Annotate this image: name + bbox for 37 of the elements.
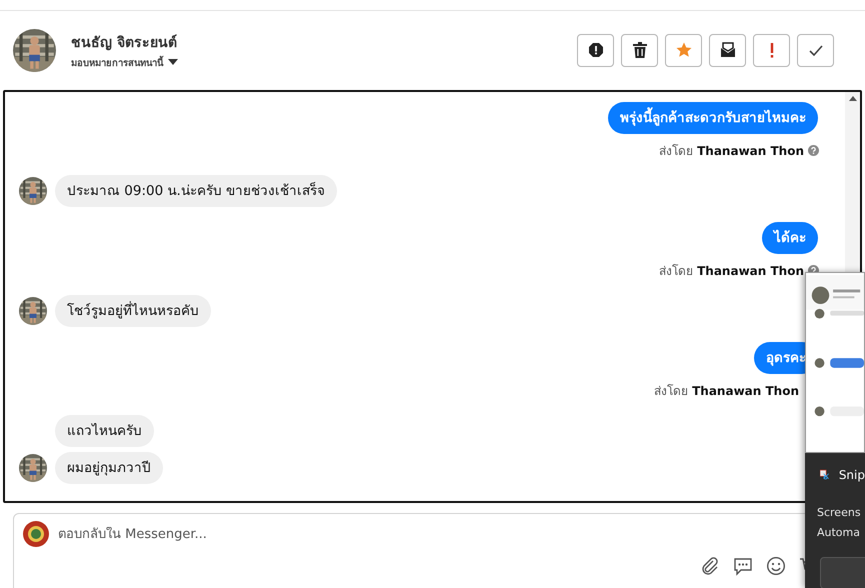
spam-button[interactable]	[577, 34, 614, 66]
contact-name: ชนธัญ จิตระยนต์	[71, 34, 178, 52]
emblem-icon	[23, 521, 49, 547]
alert-octagon-icon	[588, 42, 604, 58]
star-button[interactable]	[665, 34, 702, 66]
message-bubble: แถวไหนครับ	[55, 415, 154, 447]
sent-by-label: ส่งโดย	[659, 143, 694, 160]
trash-icon	[632, 42, 646, 58]
message-bubble: ผมอยู่กุมภวาปี	[55, 452, 163, 484]
mail-button[interactable]	[709, 34, 746, 66]
sender-name: Thanawan Thon	[697, 264, 804, 278]
message-bubble: พรุ่งนี้ลูกค้าสะดวกรับสายไหมคะ	[608, 102, 818, 134]
sent-by-label: ส่งโดย	[659, 263, 694, 280]
app-name: Snip	[838, 468, 865, 482]
help-icon[interactable]	[808, 145, 819, 156]
message-bubble: ประมาณ 09:00 น.น่ะครับ ขายช่วงเช้าเสร็จ	[55, 175, 338, 207]
message-bubble: ได้คะ	[762, 222, 818, 254]
snip-toast[interactable]: Snip Screens Automa	[805, 272, 865, 588]
notification-text: Automa	[817, 525, 860, 541]
star-icon	[676, 42, 692, 58]
sender-name: Thanawan Thon	[692, 384, 799, 398]
checkmark-icon	[808, 44, 822, 56]
message-bubble: โชว์รูมอยู่ที่ไหนหรอคับ	[55, 295, 211, 327]
scroll-up-icon[interactable]	[848, 96, 856, 101]
caret-icon[interactable]	[168, 59, 178, 65]
chat-bubble-icon[interactable]	[733, 556, 753, 576]
important-button[interactable]	[753, 34, 790, 66]
done-button[interactable]	[797, 34, 834, 66]
envelope-icon	[720, 42, 736, 58]
sender-name: Thanawan Thon	[697, 144, 804, 158]
smiley-icon[interactable]	[766, 556, 786, 576]
delete-button[interactable]	[621, 34, 658, 66]
assign-link[interactable]: มอบหมายการสนทนานี้	[71, 54, 163, 70]
notification-text: Screens	[817, 505, 861, 521]
paperclip-icon[interactable]	[700, 556, 720, 576]
sent-by-label: ส่งโดย	[654, 383, 688, 400]
exclamation-icon	[770, 42, 774, 58]
